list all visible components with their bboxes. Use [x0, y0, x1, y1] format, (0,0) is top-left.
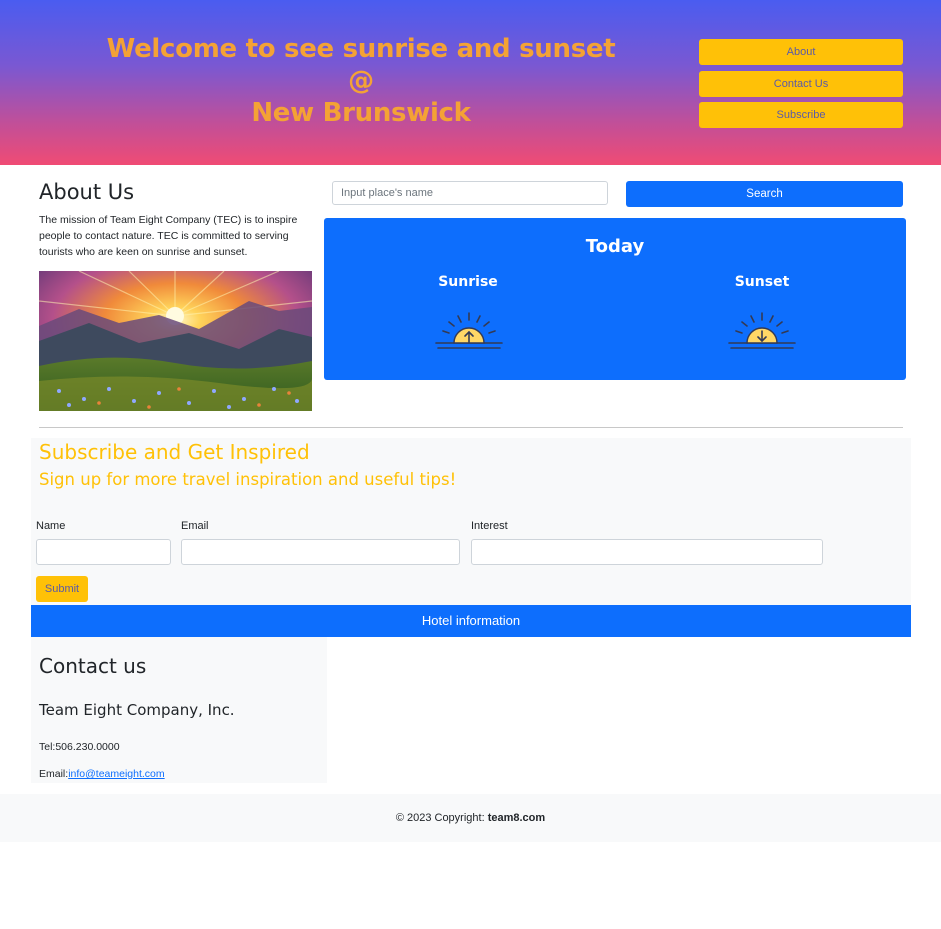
email-link[interactable]: info@teameight.com: [68, 768, 164, 780]
email-field[interactable]: [181, 539, 460, 565]
email-prefix: Email:: [39, 768, 69, 780]
footer-copyright: © 2023 Copyright:: [395, 812, 488, 824]
submit-button[interactable]: Submit: [36, 576, 88, 602]
sunset-label: Sunset: [734, 274, 790, 290]
section-divider: [39, 427, 903, 428]
sunrise-label: Sunrise: [438, 274, 498, 290]
sunset-icon: [728, 312, 796, 349]
nav-about-button[interactable]: About: [699, 39, 903, 65]
title-line-3: New Brunswick: [251, 98, 471, 128]
nav-contact-button[interactable]: Contact Us: [699, 71, 903, 97]
footer-site-link[interactable]: team8.com: [488, 812, 545, 824]
nav-subscribe-button[interactable]: Subscribe: [699, 102, 903, 128]
company-name: Team Eight Company, Inc.: [39, 701, 235, 719]
email-label: Email: [181, 520, 209, 532]
contact-tel: Tel:506.230.0000: [39, 741, 120, 753]
about-title: About Us: [39, 180, 135, 204]
sunrise-icon: [435, 312, 503, 349]
today-title: Today: [585, 236, 645, 257]
contact-section: Contact us Team Eight Company, Inc. Tel:…: [31, 637, 327, 783]
name-field[interactable]: [36, 539, 171, 565]
name-label: Name: [36, 520, 66, 532]
page-title: Welcome to see sunrise and sunset @ New …: [60, 33, 662, 129]
page-footer: © 2023 Copyright: team8.com: [0, 794, 941, 842]
interest-label: Interest: [471, 520, 508, 532]
sunrise-photo: [39, 271, 312, 411]
title-line-2: @: [348, 66, 374, 96]
today-card: Today Sunrise Sunset: [324, 218, 906, 380]
title-line-1: Welcome to see sunrise and sunset: [106, 34, 616, 64]
about-text: The mission of Team Eight Company (TEC) …: [39, 214, 298, 258]
contact-title: Contact us: [39, 654, 147, 678]
hotel-information-button[interactable]: Hotel information: [31, 605, 911, 637]
search-button[interactable]: Search: [626, 181, 903, 207]
subscribe-subtitle: Sign up for more travel inspiration and …: [39, 470, 457, 489]
interest-field[interactable]: [471, 539, 823, 565]
search-input[interactable]: [332, 181, 608, 205]
page-header: Welcome to see sunrise and sunset @ New …: [0, 0, 941, 165]
subscribe-section: Subscribe and Get Inspired Sign up for m…: [31, 438, 911, 605]
subscribe-title: Subscribe and Get Inspired: [39, 440, 310, 464]
contact-email: Email:info@teameight.com: [39, 768, 165, 780]
